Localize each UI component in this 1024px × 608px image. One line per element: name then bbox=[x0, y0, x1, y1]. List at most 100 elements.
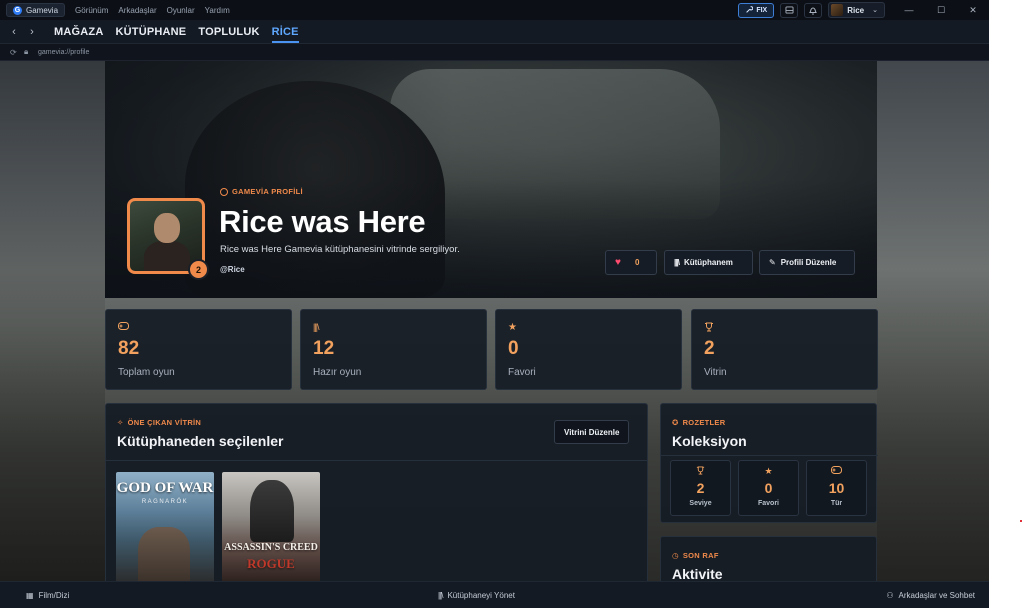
level-badge: 2 bbox=[188, 259, 209, 280]
avatar-body bbox=[144, 241, 190, 271]
badge-favorites: ★ 0 Favori bbox=[738, 460, 799, 516]
tab-magaza[interactable]: MAĞAZA bbox=[54, 20, 103, 44]
star-icon: ★ bbox=[764, 466, 773, 476]
friends-chat-label: Arkadaşlar ve Sohbet bbox=[898, 590, 976, 600]
stat-card-total-games: 82 Toplam oyun bbox=[105, 309, 292, 390]
fix-label: FIX bbox=[756, 6, 768, 14]
film-icon: ▦ bbox=[26, 590, 34, 600]
film-series-button[interactable]: ▦ Film/Dizi bbox=[26, 582, 69, 608]
edit-profile-button[interactable]: ✎ Profili Düzenle bbox=[759, 250, 855, 275]
profile-content: 2 GAMEVİA PROFİLİ Rice was Here Rice was… bbox=[0, 61, 989, 581]
menu-oyunlar[interactable]: Oyunlar bbox=[167, 6, 195, 15]
profile-tag-label: GAMEVİA PROFİLİ bbox=[232, 187, 303, 196]
notifications-button[interactable] bbox=[804, 2, 823, 18]
edit-profile-label: Profili Düzenle bbox=[780, 258, 837, 267]
refresh-icon[interactable]: ⟳ bbox=[10, 48, 20, 57]
clock-icon bbox=[220, 187, 228, 196]
activity-panel: ◷ SON RAF Aktivite bbox=[660, 536, 877, 581]
badge-value: 10 bbox=[828, 480, 845, 496]
badges-divider bbox=[661, 455, 878, 456]
manage-library-label: Kütüphaneyi Yönet bbox=[447, 590, 515, 600]
trophy-icon bbox=[704, 322, 714, 335]
activity-tag: ◷ SON RAF bbox=[672, 551, 719, 560]
address-bar: ⟳ 🔒︎ gamevia://profile bbox=[0, 44, 989, 61]
game-cover-assassins-creed[interactable]: ASSASSIN'S CREED ROGUE bbox=[222, 472, 320, 581]
stat-label: Vitrin bbox=[704, 367, 727, 378]
star-icon: ★ bbox=[508, 322, 517, 333]
showcase-divider bbox=[106, 460, 647, 461]
badges-panel: ✪ ROZETLER Koleksiyon 2 Seviye ★ 0 Favor… bbox=[660, 403, 878, 523]
like-count: 0 bbox=[634, 258, 640, 267]
showcase-title: Kütüphaneden seçilenler bbox=[117, 433, 284, 449]
red-dot-marker bbox=[1020, 520, 1022, 522]
back-arrow-icon[interactable]: ‹ bbox=[6, 26, 22, 38]
stat-card-favorites: ★ 0 Favori bbox=[495, 309, 682, 390]
archive-button[interactable] bbox=[780, 2, 799, 18]
badge-label: Seviye bbox=[689, 500, 712, 507]
tab-rice[interactable]: RİCE bbox=[271, 20, 299, 44]
clock-icon: ◷ bbox=[672, 551, 679, 560]
maximize-button[interactable]: ☐ bbox=[925, 0, 957, 20]
friends-chat-button[interactable]: ⚇ Arkadaşlar ve Sohbet bbox=[886, 582, 975, 608]
game-cover-subtitle: RAGNARÖK bbox=[141, 499, 189, 505]
game-cover-god-of-war[interactable]: GOD OF WAR RAGNARÖK bbox=[116, 472, 214, 581]
archive-icon bbox=[785, 6, 794, 14]
user-avatar bbox=[831, 4, 844, 16]
address-url[interactable]: gamevia://profile bbox=[38, 49, 89, 56]
tab-kutuphane[interactable]: KÜTÜPHANE bbox=[115, 20, 186, 44]
avatar-face bbox=[154, 213, 180, 243]
menu-yardim[interactable]: Yardım bbox=[205, 6, 230, 15]
game-cover-subtitle: ROGUE bbox=[247, 556, 295, 571]
sparkle-icon: ✧ bbox=[117, 418, 124, 427]
gamevia-logo-icon: G bbox=[13, 5, 22, 15]
stat-value: 12 bbox=[313, 338, 335, 359]
minimize-button[interactable]: — bbox=[893, 0, 925, 20]
stat-value: 0 bbox=[508, 338, 519, 359]
forward-arrow-icon[interactable]: › bbox=[24, 26, 40, 38]
game-cover-title: ASSASSIN'S CREED bbox=[224, 542, 318, 553]
badge-value: 2 bbox=[696, 480, 705, 496]
medal-icon: ✪ bbox=[672, 418, 679, 427]
profile-tag: GAMEVİA PROFİLİ bbox=[220, 187, 303, 196]
close-button[interactable]: ✕ bbox=[957, 0, 989, 20]
badge-label: Favori bbox=[757, 500, 779, 507]
library-icon: |||\ bbox=[438, 590, 444, 600]
library-icon: |||\ bbox=[674, 258, 680, 267]
library-button-label: Kütüphanem bbox=[683, 258, 733, 267]
library-button[interactable]: |||\ Kütüphanem bbox=[664, 250, 753, 275]
library-icon: |||\ bbox=[313, 322, 319, 332]
lock-icon: 🔒︎ bbox=[24, 47, 29, 56]
wrench-icon bbox=[746, 6, 754, 13]
stat-card-ready-games: |||\ 12 Hazır oyun bbox=[300, 309, 487, 390]
profile-name: Rice was Here bbox=[219, 204, 426, 239]
app-logo[interactable]: G Gamevia bbox=[6, 3, 66, 17]
badge-value: 0 bbox=[764, 480, 773, 496]
profile-hero: 2 GAMEVİA PROFİLİ Rice was Here Rice was… bbox=[105, 61, 877, 298]
activity-title: Aktivite bbox=[672, 566, 723, 581]
like-button[interactable]: ♥ 0 bbox=[605, 250, 657, 275]
menu-gorunum[interactable]: Görünüm bbox=[75, 6, 108, 15]
tab-topluluk[interactable]: TOPLULUK bbox=[198, 20, 259, 44]
background-right bbox=[877, 61, 989, 581]
pencil-icon: ✎ bbox=[769, 258, 776, 267]
showcase-tag: ✧ ÖNE ÇIKAN VİTRİN bbox=[117, 418, 201, 427]
showcase-tag-label: ÖNE ÇIKAN VİTRİN bbox=[127, 418, 202, 427]
edit-showcase-button[interactable]: Vitrini Düzenle bbox=[554, 420, 630, 444]
app-window: G Gamevia Görünüm Arkadaşlar Oyunlar Yar… bbox=[0, 0, 989, 608]
fix-button[interactable]: FIX bbox=[738, 2, 775, 18]
stat-card-showcase: 2 Vitrin bbox=[691, 309, 878, 390]
background-left bbox=[0, 61, 105, 581]
stat-label: Toplam oyun bbox=[118, 367, 175, 378]
chevron-down-icon: ⌄ bbox=[872, 7, 878, 14]
game-cover-art bbox=[138, 527, 190, 581]
user-menu[interactable]: Rice ⌄ bbox=[828, 2, 885, 18]
menu-arkadaslar[interactable]: Arkadaşlar bbox=[118, 6, 156, 15]
gamepad-icon bbox=[807, 466, 866, 476]
activity-tag-label: SON RAF bbox=[682, 551, 719, 560]
title-bar: G Gamevia Görünüm Arkadaşlar Oyunlar Yar… bbox=[0, 0, 989, 20]
profile-handle: @Rice bbox=[220, 265, 245, 274]
user-name: Rice bbox=[847, 5, 865, 15]
stat-value: 82 bbox=[118, 338, 140, 359]
manage-library-button[interactable]: |||\ Kütüphaneyi Yönet bbox=[438, 582, 515, 608]
nav-bar: ‹ › MAĞAZA KÜTÜPHANE TOPLULUK RİCE bbox=[0, 20, 989, 44]
